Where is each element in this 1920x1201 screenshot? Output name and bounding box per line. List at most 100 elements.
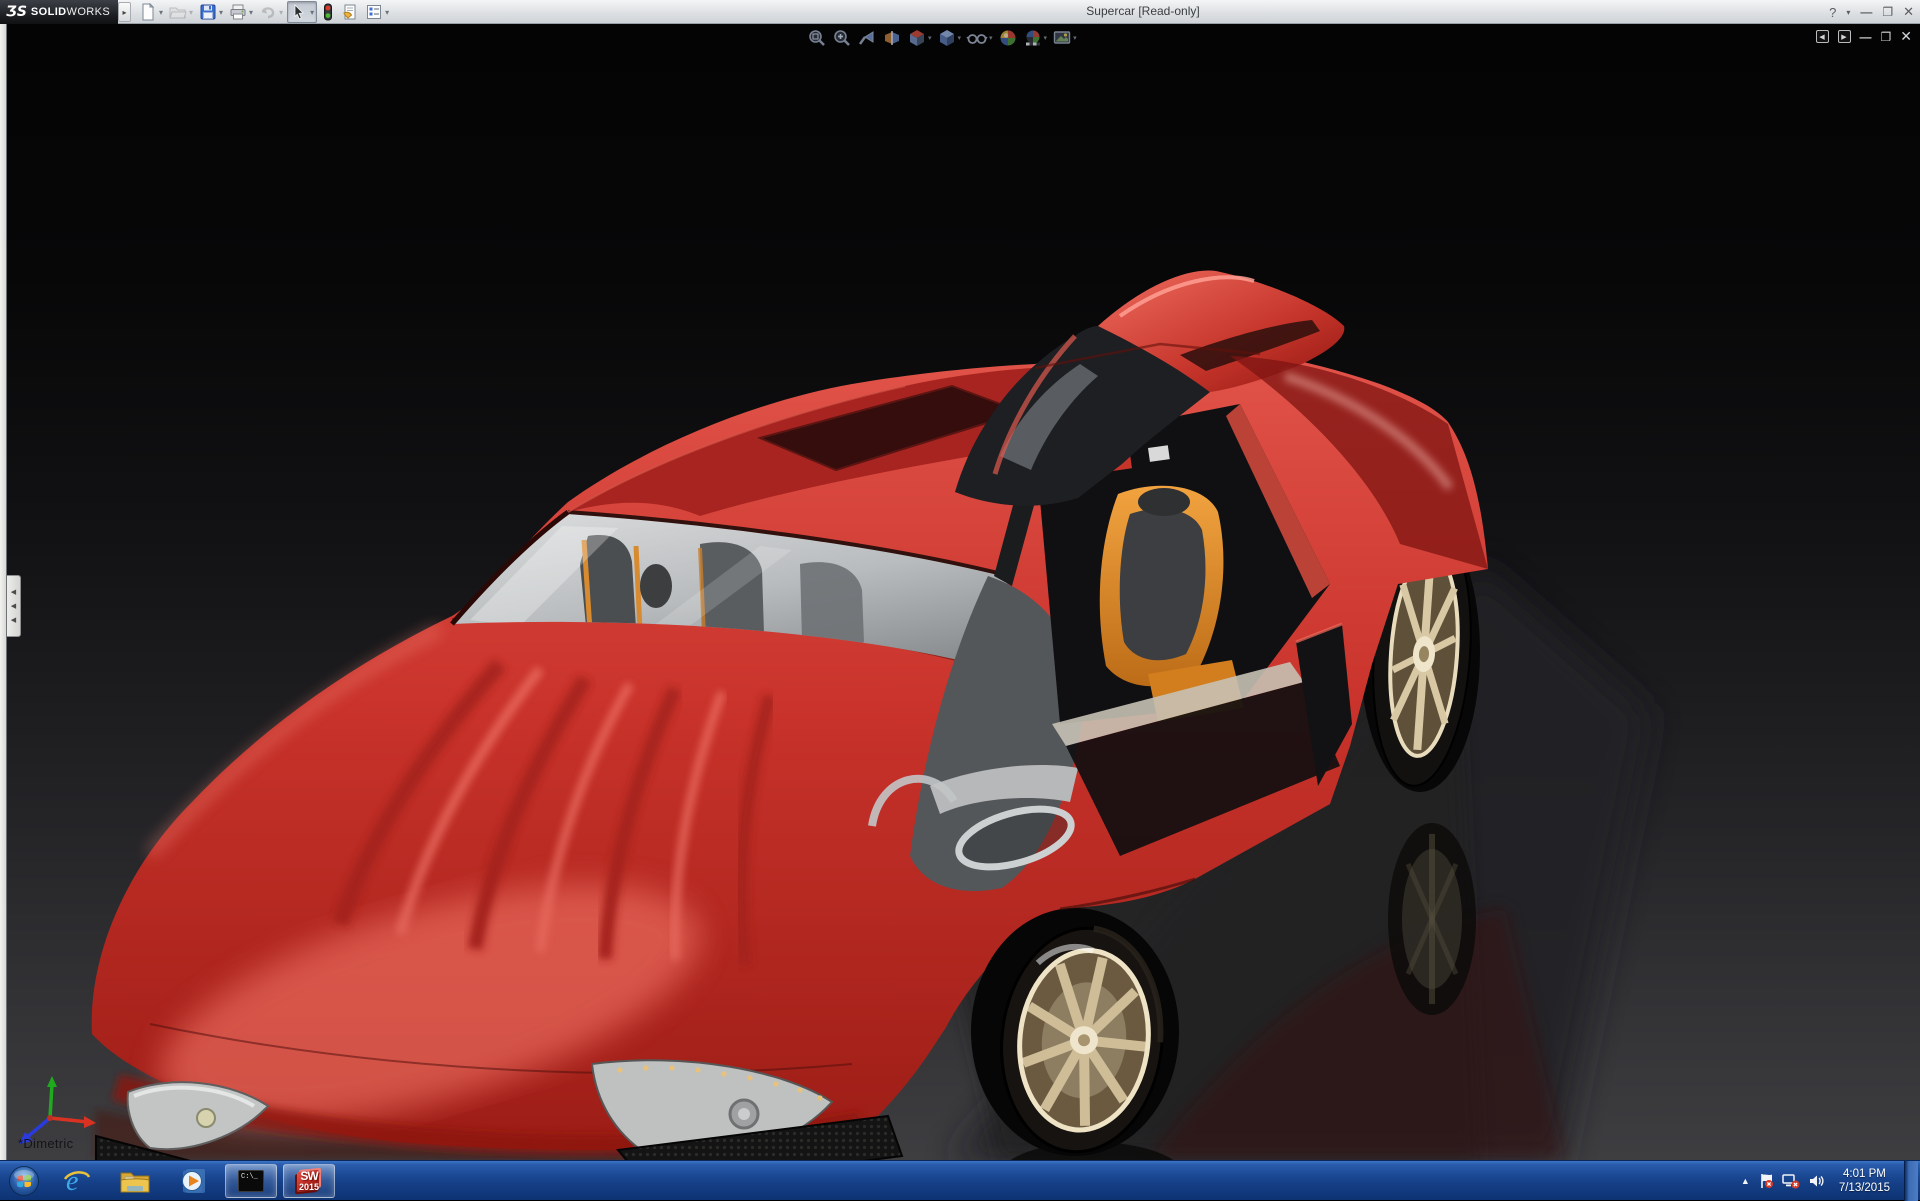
- view-settings-button[interactable]: ▾: [1051, 27, 1078, 49]
- save-icon: [199, 3, 217, 21]
- doc-minimize-icon[interactable]: —: [1860, 30, 1872, 44]
- supercar-model[interactable]: [0, 24, 1920, 1160]
- minimize-icon[interactable]: —: [1860, 5, 1872, 19]
- solidworks-logo: ƷS SOLIDWORKS: [0, 0, 118, 24]
- system-tray: ▲ 4:01 PM 7/13/2015: [1741, 1161, 1920, 1200]
- window-title: Supercar [Read-only]: [1048, 4, 1238, 18]
- section-view-icon: [882, 28, 902, 48]
- cmd-label: C:\_: [241, 1173, 258, 1181]
- pane-left-icon[interactable]: ◀: [1816, 30, 1829, 43]
- apply-scene-dropdown-icon[interactable]: ▾: [1044, 34, 1048, 42]
- sw-year: 2015: [294, 1182, 324, 1192]
- action-center-icon[interactable]: [1758, 1173, 1774, 1189]
- save-button[interactable]: ▾: [197, 1, 225, 23]
- volume-icon[interactable]: [1808, 1173, 1825, 1189]
- feature-panel-splitter[interactable]: [0, 24, 7, 1160]
- taskbar-item-solidworks-2015[interactable]: SW 2015: [280, 1161, 338, 1201]
- select-cursor-icon: [290, 3, 308, 21]
- sw-letters: SW: [294, 1169, 324, 1183]
- close-icon[interactable]: ✕: [1903, 4, 1914, 20]
- undo-icon: [259, 3, 277, 21]
- undo-button[interactable]: ▾: [257, 1, 285, 23]
- zoom-to-fit-button[interactable]: [806, 27, 828, 49]
- show-desktop-button[interactable]: [1904, 1161, 1918, 1201]
- print-dropdown-icon[interactable]: ▾: [249, 8, 253, 17]
- title-bar: ƷS SOLIDWORKS ▸ ▾ ▾ ▾ ▾ ▾ ▾: [0, 0, 1920, 24]
- display-style-button[interactable]: ▾: [936, 27, 963, 49]
- folder-icon: [119, 1167, 151, 1195]
- logo-text-light: WORKS: [67, 6, 111, 18]
- solidworks-2015-icon: SW 2015: [294, 1167, 324, 1195]
- rebuild-button[interactable]: [319, 1, 337, 23]
- pane-right-icon[interactable]: ▶: [1838, 30, 1851, 43]
- logo-text-bold: SOLID: [31, 6, 67, 18]
- panel-expand-tab[interactable]: ◀ ◀ ◀: [7, 575, 21, 637]
- rebuild-stoplight-icon: [321, 3, 335, 21]
- apply-scene-icon: [1023, 28, 1043, 48]
- select-dropdown-icon[interactable]: ▾: [310, 8, 314, 17]
- undo-dropdown-icon[interactable]: ▾: [279, 8, 283, 17]
- media-player-icon: [178, 1166, 208, 1196]
- graphics-viewport[interactable]: ◀ ◀ ◀ ▾ ▾ ▾: [0, 24, 1920, 1160]
- headsup-view-toolbar: ▾ ▾ ▾ ▾ ▾: [806, 26, 1078, 50]
- windows-taskbar: e C:\_: [0, 1160, 1920, 1200]
- new-document-button[interactable]: ▾: [137, 1, 165, 23]
- network-status-icon[interactable]: [1782, 1173, 1800, 1189]
- restore-icon[interactable]: ❐: [1882, 5, 1893, 19]
- options-dropdown-icon[interactable]: ▾: [385, 8, 389, 17]
- zoom-to-area-icon: [832, 28, 852, 48]
- file-properties-button[interactable]: [339, 1, 361, 23]
- show-hidden-icons-button[interactable]: ▲: [1741, 1176, 1750, 1186]
- main-toolbar: ▾ ▾ ▾ ▾ ▾ ▾ ▾: [136, 0, 392, 24]
- arrow-left-icon: ◀: [11, 588, 16, 596]
- zoom-to-fit-icon: [807, 28, 827, 48]
- clock-date: 7/13/2015: [1839, 1181, 1890, 1195]
- save-dropdown-icon[interactable]: ▾: [219, 8, 223, 17]
- command-prompt-icon: C:\_: [238, 1170, 264, 1192]
- view-orientation-icon: [907, 28, 927, 48]
- ie-letter: e: [66, 1166, 78, 1196]
- select-button[interactable]: ▾: [287, 1, 317, 23]
- open-dropdown-icon[interactable]: ▾: [189, 8, 193, 17]
- view-orientation-dropdown-icon[interactable]: ▾: [928, 34, 932, 42]
- solidworks-button[interactable]: SW 2015: [283, 1164, 335, 1198]
- help-dropdown-icon[interactable]: ▾: [1846, 8, 1850, 17]
- view-settings-dropdown-icon[interactable]: ▾: [1073, 34, 1077, 42]
- start-button[interactable]: [0, 1161, 48, 1201]
- titlebar-controls: ? ▾ — ❐ ✕: [1829, 0, 1914, 24]
- print-button[interactable]: ▾: [227, 1, 255, 23]
- edit-appearance-button[interactable]: [997, 27, 1019, 49]
- taskbar-item-command-prompt[interactable]: C:\_: [222, 1161, 280, 1201]
- open-document-icon: [169, 3, 187, 21]
- doc-restore-icon[interactable]: ❐: [1881, 30, 1892, 44]
- taskbar-item-windows-explorer[interactable]: [106, 1161, 164, 1201]
- edit-appearance-icon: [998, 28, 1018, 48]
- previous-view-icon: [857, 28, 877, 48]
- arrow-left-icon: ◀: [11, 602, 16, 610]
- doc-close-icon[interactable]: ✕: [1900, 28, 1912, 45]
- hide-show-items-button[interactable]: ▾: [965, 27, 994, 49]
- toolbar-overflow-button[interactable]: ▸: [118, 2, 131, 22]
- section-view-button[interactable]: [881, 27, 903, 49]
- command-prompt-button[interactable]: C:\_: [225, 1164, 277, 1198]
- taskbar-item-media-player[interactable]: [164, 1161, 222, 1201]
- solidworks-logo-text: SOLIDWORKS: [31, 6, 110, 18]
- options-icon: [365, 3, 383, 21]
- new-dropdown-icon[interactable]: ▾: [159, 8, 163, 17]
- print-icon: [229, 3, 247, 21]
- display-style-dropdown-icon[interactable]: ▾: [958, 34, 962, 42]
- open-document-button[interactable]: ▾: [167, 1, 195, 23]
- windows-start-icon: [8, 1165, 40, 1197]
- view-settings-icon: [1052, 28, 1072, 48]
- options-button[interactable]: ▾: [363, 1, 391, 23]
- taskbar-clock[interactable]: 4:01 PM 7/13/2015: [1833, 1167, 1896, 1195]
- taskbar-apps: e C:\_: [0, 1161, 338, 1200]
- taskbar-item-internet-explorer[interactable]: e: [48, 1161, 106, 1201]
- hide-show-items-icon: [966, 28, 988, 48]
- apply-scene-button[interactable]: ▾: [1022, 27, 1049, 49]
- hide-show-dropdown-icon[interactable]: ▾: [989, 34, 993, 42]
- previous-view-button[interactable]: [856, 27, 878, 49]
- zoom-to-area-button[interactable]: [831, 27, 853, 49]
- help-icon[interactable]: ?: [1829, 5, 1836, 20]
- view-orientation-button[interactable]: ▾: [906, 27, 933, 49]
